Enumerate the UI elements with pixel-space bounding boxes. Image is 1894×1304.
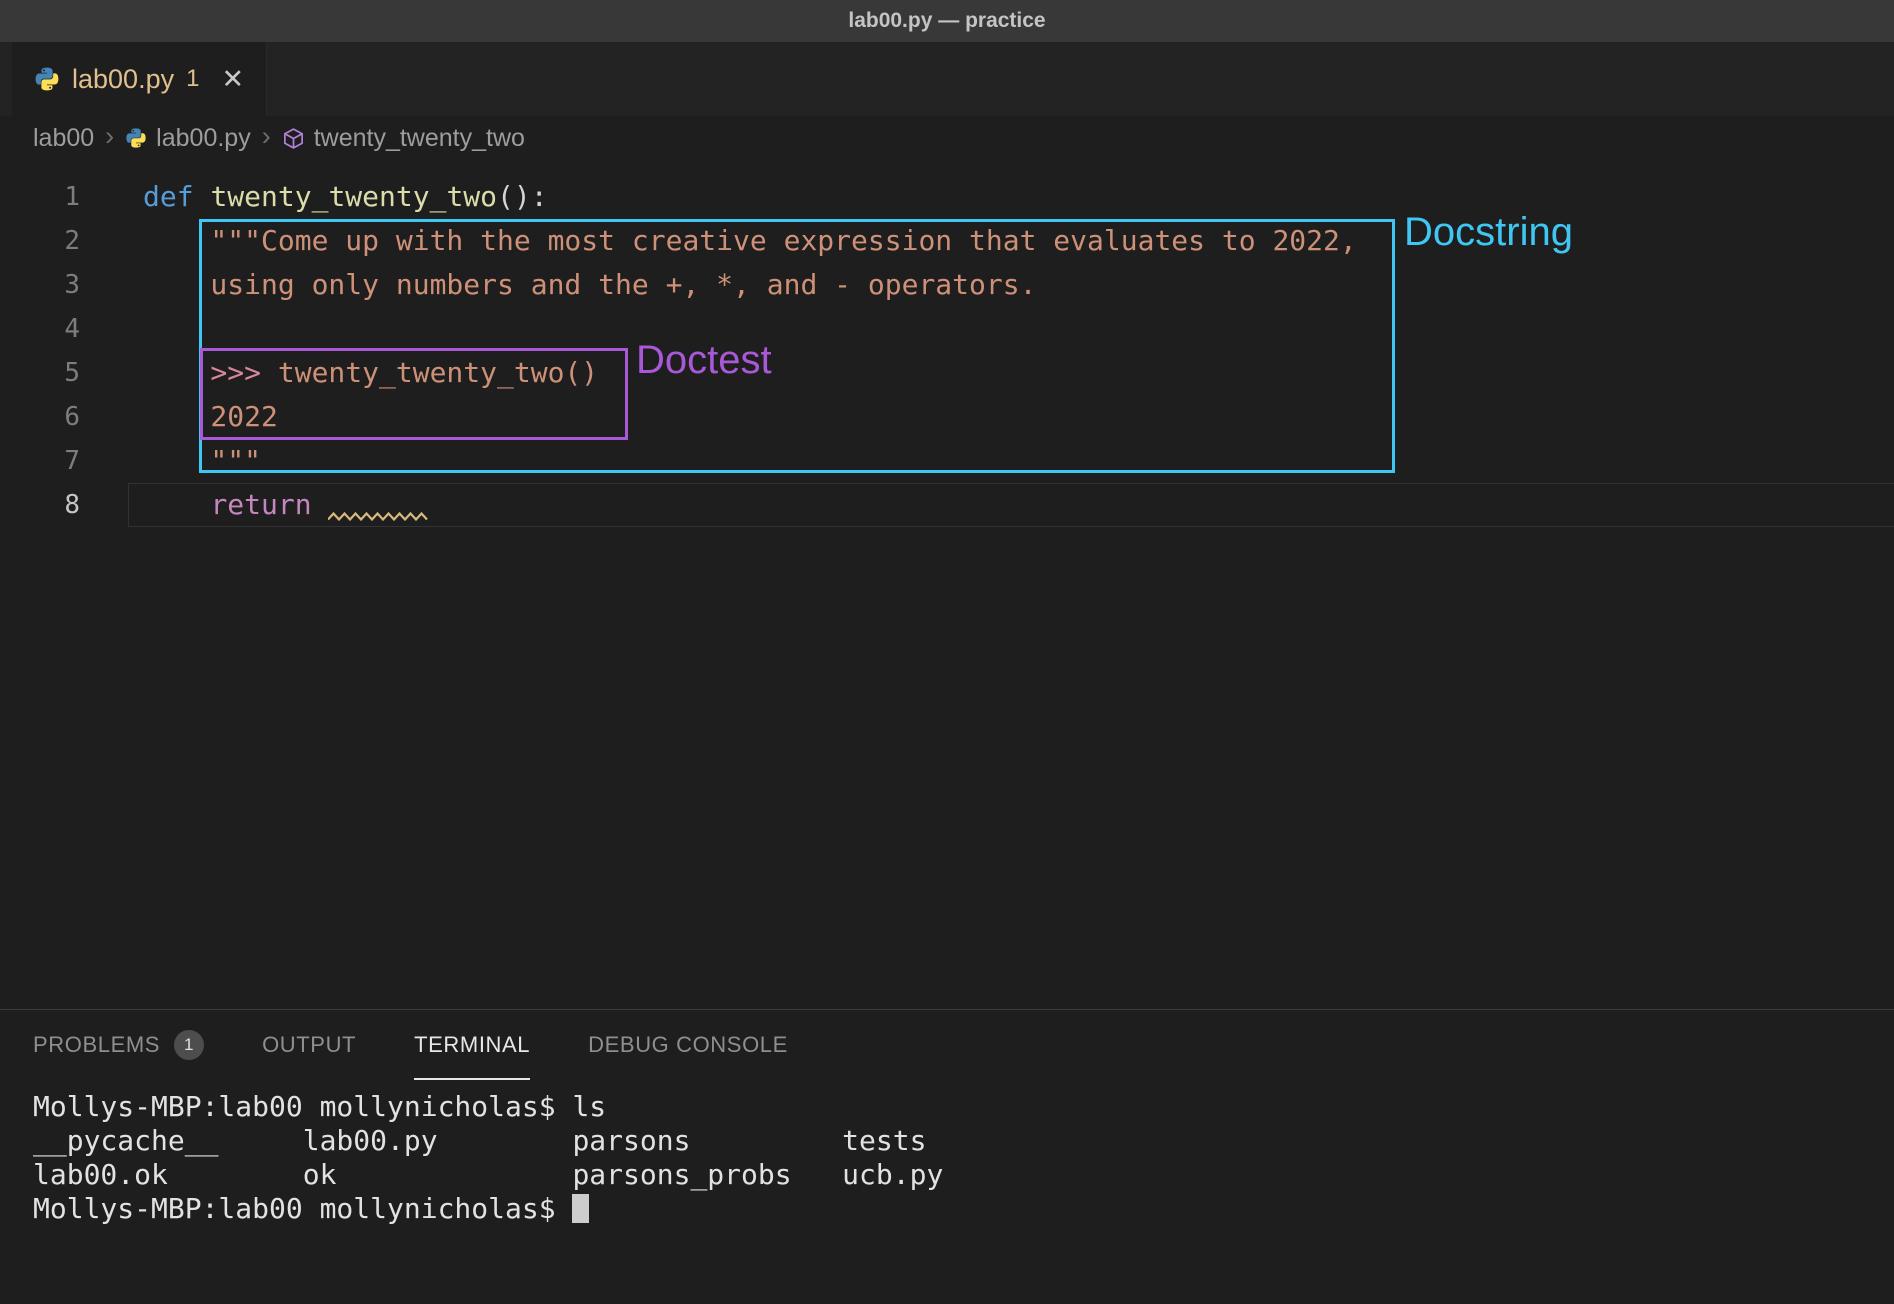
terminal-line: __pycache__ lab00.py parsons tests (33, 1124, 1894, 1158)
code-line-2[interactable]: 2 """Come up with the most creative expr… (0, 219, 1894, 263)
panel-tab-output[interactable]: OUTPUT (262, 1010, 356, 1080)
code-line-1[interactable]: 1def twenty_twenty_two(): (0, 175, 1894, 219)
line-number: 8 (0, 483, 80, 527)
python-icon (34, 66, 60, 92)
line-number: 3 (0, 263, 80, 307)
terminal-line: Mollys-MBP:lab00 mollynicholas$ ls (33, 1090, 1894, 1124)
panel-tab-label: TERMINAL (414, 1032, 530, 1058)
code-line-8[interactable]: 8 return (0, 483, 1894, 527)
problems-count-badge: 1 (174, 1030, 204, 1060)
close-icon[interactable]: ✕ (221, 66, 244, 93)
panel-tab-terminal[interactable]: TERMINAL (414, 1010, 530, 1080)
panel-tab-problems[interactable]: PROBLEMS 1 (33, 1010, 204, 1080)
panel-tab-label: PROBLEMS (33, 1032, 160, 1058)
code-line-7[interactable]: 7 """ (0, 439, 1894, 483)
line-number: 4 (0, 307, 80, 351)
code-text: using only numbers and the +, *, and - o… (80, 263, 1036, 307)
code-editor[interactable]: 1def twenty_twenty_two():2 """Come up wi… (0, 160, 1894, 1009)
terminal-line: lab00.ok ok parsons_probs ucb.py (33, 1158, 1894, 1192)
code-line-4[interactable]: 4 (0, 307, 1894, 351)
code-text: >>> twenty_twenty_two() (80, 351, 598, 395)
python-icon (125, 127, 147, 149)
window-titlebar: lab00.py — practice (0, 0, 1894, 42)
tab-lab00py[interactable]: lab00.py 1 ✕ (12, 42, 267, 116)
warning-squiggle-icon (328, 511, 428, 522)
chevron-right-icon: › (260, 121, 273, 156)
symbol-cube-icon (282, 127, 305, 150)
line-number: 5 (0, 351, 80, 395)
breadcrumb: lab00 › lab00.py › twenty_twenty_two (0, 116, 1894, 160)
tab-label: lab00.py (72, 64, 174, 95)
bottom-panel: PROBLEMS 1 OUTPUT TERMINAL DEBUG CONSOLE Mol… (0, 1009, 1894, 1304)
breadcrumb-item-symbol[interactable]: twenty_twenty_two (314, 124, 525, 153)
line-number: 7 (0, 439, 80, 483)
editor-lines: 1def twenty_twenty_two():2 """Come up wi… (0, 175, 1894, 527)
line-number: 1 (0, 175, 80, 219)
code-text: """Come up with the most creative expres… (80, 219, 1357, 263)
tab-problems-count: 1 (186, 65, 199, 93)
panel-tab-debug-console[interactable]: DEBUG CONSOLE (588, 1010, 788, 1080)
panel-tab-bar: PROBLEMS 1 OUTPUT TERMINAL DEBUG CONSOLE (0, 1010, 1894, 1080)
terminal[interactable]: Mollys-MBP:lab00 mollynicholas$ ls__pyca… (33, 1090, 1894, 1226)
chevron-right-icon: › (103, 121, 116, 156)
panel-tab-label: DEBUG CONSOLE (588, 1032, 788, 1058)
code-line-5[interactable]: 5 >>> twenty_twenty_two() (0, 351, 1894, 395)
tab-bar: lab00.py 1 ✕ (0, 42, 1894, 116)
blank-answer-squiggle (328, 483, 428, 527)
panel-tab-label: OUTPUT (262, 1032, 356, 1058)
code-text: return (80, 483, 428, 527)
code-text: 2022 (80, 395, 278, 439)
code-line-6[interactable]: 6 2022 (0, 395, 1894, 439)
code-line-3[interactable]: 3 using only numbers and the +, *, and -… (0, 263, 1894, 307)
code-text: def twenty_twenty_two(): (80, 175, 548, 219)
line-number: 6 (0, 395, 80, 439)
window-title: lab00.py — practice (848, 9, 1045, 33)
breadcrumb-item-file[interactable]: lab00.py (156, 124, 251, 153)
code-text (80, 307, 143, 351)
terminal-line: Mollys-MBP:lab00 mollynicholas$ (33, 1192, 1894, 1226)
breadcrumb-item-folder[interactable]: lab00 (33, 124, 94, 153)
terminal-cursor[interactable] (572, 1194, 589, 1223)
code-text: """ (80, 439, 261, 483)
line-number: 2 (0, 219, 80, 263)
